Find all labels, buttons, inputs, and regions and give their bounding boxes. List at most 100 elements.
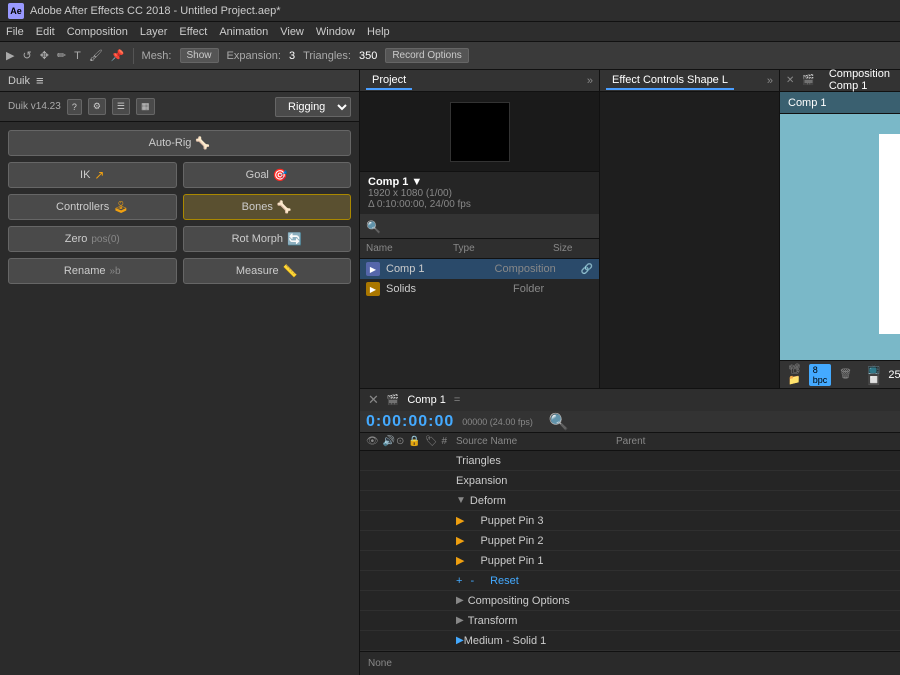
layer-expansion[interactable]: Expansion 3/0 bbox=[360, 471, 900, 491]
tab-project[interactable]: Project bbox=[366, 72, 412, 90]
menu-edit[interactable]: Edit bbox=[36, 26, 55, 38]
source-name-header: Source Name bbox=[456, 436, 616, 447]
layer-puppet-pin-1[interactable]: ▶ Puppet Pin 1 bbox=[360, 551, 900, 571]
number-icon: # bbox=[442, 436, 448, 447]
timeline-close-button[interactable]: ✕ bbox=[368, 392, 379, 408]
comp-viewer[interactable] bbox=[780, 114, 900, 360]
project-panel-expand[interactable]: » bbox=[587, 75, 593, 87]
duik-version: Duik v14.23 bbox=[8, 101, 61, 112]
layer-compositing-options[interactable]: ▶ Compositing Options bbox=[360, 591, 900, 611]
zoom-dropdown[interactable]: 25% bbox=[888, 369, 900, 381]
menu-effect[interactable]: Effect bbox=[179, 26, 207, 38]
bones-label: Bones bbox=[242, 201, 273, 213]
record-options-button[interactable]: Record Options bbox=[385, 48, 468, 63]
compositing-expand-arrow[interactable]: ▶ bbox=[456, 595, 464, 606]
controllers-label: Controllers bbox=[56, 201, 109, 213]
layer-triangles-name: Triangles bbox=[456, 455, 900, 467]
bones-button[interactable]: Bones 🦴 bbox=[183, 194, 352, 220]
duik-mode-dropdown[interactable]: Rigging bbox=[275, 97, 351, 117]
tool-rotate[interactable]: ↺ bbox=[22, 49, 31, 62]
goal-button[interactable]: Goal 🎯 bbox=[183, 162, 352, 188]
tab-composition[interactable]: Composition Comp 1 bbox=[823, 66, 900, 96]
duik-title: Duik bbox=[8, 75, 30, 87]
rot-morph-button[interactable]: Rot Morph 🔄 bbox=[183, 226, 352, 252]
duik-subheader: Duik v14.23 ? ⚙ ☰ ▦ Rigging bbox=[0, 92, 359, 122]
auto-rig-label: Auto-Rig bbox=[149, 137, 192, 149]
duik-menu-icon[interactable]: ≡ bbox=[36, 73, 44, 88]
menu-composition[interactable]: Composition bbox=[67, 26, 128, 38]
effect-controls-area bbox=[600, 92, 779, 388]
comp-bottom-toolbar: 📽 📁 8 bpc 🗑 📺 🔲 25% ▼ 🔲 📷 0:00:07:12 bbox=[780, 360, 900, 388]
tool-text[interactable]: T bbox=[74, 50, 81, 62]
ik-goal-row: IK ↗ Goal 🎯 bbox=[8, 162, 351, 188]
duik-help-button[interactable]: ? bbox=[67, 99, 82, 115]
zero-button[interactable]: Zero pos(0) bbox=[8, 226, 177, 252]
tool-brush[interactable]: 🖌 bbox=[89, 49, 103, 62]
layer-deform[interactable]: ▼ Deform bbox=[360, 491, 900, 511]
layer-deform-name: Deform bbox=[470, 495, 900, 507]
bpc-button[interactable]: 8 bpc bbox=[809, 364, 832, 386]
audio-icon: 🔊 bbox=[383, 436, 395, 447]
tab-effect-controls[interactable]: Effect Controls Shape L bbox=[606, 72, 734, 90]
timeline-layers[interactable]: Triangles 350 Expansion 3/0 ▼ Deform bbox=[360, 451, 900, 651]
layer-puppet-pin-2[interactable]: ▶ Puppet Pin 2 bbox=[360, 531, 900, 551]
menu-animation[interactable]: Animation bbox=[219, 26, 268, 38]
right-area: Project » Comp 1 ▼ 1920 x 1080 (1/00) Δ … bbox=[360, 70, 900, 675]
show-button[interactable]: Show bbox=[180, 48, 219, 63]
comp-canvas bbox=[879, 134, 900, 334]
controllers-button[interactable]: Controllers 🕹 bbox=[8, 194, 177, 220]
tool-move[interactable]: ✥ bbox=[40, 49, 49, 62]
menu-help[interactable]: Help bbox=[367, 26, 390, 38]
measure-button[interactable]: Measure 📏 bbox=[183, 258, 352, 284]
timeline-time-display[interactable]: 0:00:00:00 bbox=[366, 413, 454, 431]
menu-view[interactable]: View bbox=[280, 26, 304, 38]
zero-pos-label: pos(0) bbox=[91, 234, 119, 245]
menu-file[interactable]: File bbox=[6, 26, 24, 38]
expansion-label: Expansion: bbox=[227, 50, 281, 62]
timeline-area: ✕ 🎬 Comp 1 = 0:00:00:00 00000 (24.00 fps… bbox=[360, 389, 900, 675]
none-label[interactable]: None bbox=[368, 658, 392, 669]
tool-select[interactable]: ▶ bbox=[6, 49, 14, 62]
ae-logo: Ae bbox=[8, 3, 24, 19]
comp1-type: Composition bbox=[495, 263, 575, 275]
ik-label: IK bbox=[80, 169, 90, 181]
visibility-icon: 👁 bbox=[366, 436, 379, 447]
timeline-search-icon[interactable]: 🔍 bbox=[549, 412, 569, 432]
layer-puppet-pin-3[interactable]: ▶ Puppet Pin 3 bbox=[360, 511, 900, 531]
deform-expand-arrow[interactable]: ▼ bbox=[456, 495, 466, 506]
project-item-solids[interactable]: ▶ Solids Folder bbox=[360, 279, 599, 299]
ik-icon: ↗ bbox=[94, 168, 104, 182]
comp-prev-icon[interactable]: ✕ bbox=[786, 75, 794, 86]
comp1-name: Comp 1 bbox=[386, 263, 489, 275]
bones-icon: 🦴 bbox=[277, 200, 292, 214]
toolbar: ▶ ↺ ✥ ✏ T 🖌 📌 Mesh: Show Expansion: 3 Tr… bbox=[0, 42, 900, 70]
comp-panel-icon[interactable]: 🎬 bbox=[802, 75, 814, 86]
minus-button[interactable]: - bbox=[470, 575, 474, 587]
tool-pin[interactable]: 📌 bbox=[111, 49, 125, 62]
menu-window[interactable]: Window bbox=[316, 26, 355, 38]
layer-triangles[interactable]: Triangles 350 bbox=[360, 451, 900, 471]
effect-panel-expand[interactable]: » bbox=[767, 75, 773, 87]
rename-button[interactable]: Rename »b bbox=[8, 258, 177, 284]
window-title: Adobe After Effects CC 2018 - Untitled P… bbox=[30, 5, 281, 17]
parent-header: Parent bbox=[616, 436, 696, 447]
menu-layer[interactable]: Layer bbox=[140, 26, 168, 38]
triangles-value: 350 bbox=[359, 50, 377, 62]
transform-expand-arrow[interactable]: ▶ bbox=[456, 615, 464, 626]
duik-grid-button[interactable]: ▦ bbox=[136, 98, 155, 115]
selected-comp-name: Comp 1 ▼ bbox=[368, 176, 591, 188]
project-tab-bar: Project » bbox=[360, 70, 599, 92]
layer-solid-1[interactable]: ▶ Medium - Solid 1 bbox=[360, 631, 900, 651]
duik-settings-button[interactable]: ⚙ bbox=[88, 98, 106, 115]
effect-controls-panel: Effect Controls Shape L » bbox=[600, 70, 780, 388]
layer-transform[interactable]: ▶ Transform bbox=[360, 611, 900, 631]
ik-button[interactable]: IK ↗ bbox=[8, 162, 177, 188]
reset-button[interactable]: Reset bbox=[490, 575, 519, 587]
project-item-comp1[interactable]: ▶ Comp 1 Composition 🔗 bbox=[360, 259, 599, 279]
zero-label: Zero bbox=[65, 233, 88, 245]
duik-list-button[interactable]: ☰ bbox=[112, 98, 130, 115]
auto-rig-button[interactable]: Auto-Rig 🦴 bbox=[8, 130, 351, 156]
delete-icon[interactable]: 🗑 bbox=[839, 369, 852, 380]
tool-pen[interactable]: ✏ bbox=[57, 49, 66, 62]
add-button[interactable]: + bbox=[456, 575, 462, 587]
